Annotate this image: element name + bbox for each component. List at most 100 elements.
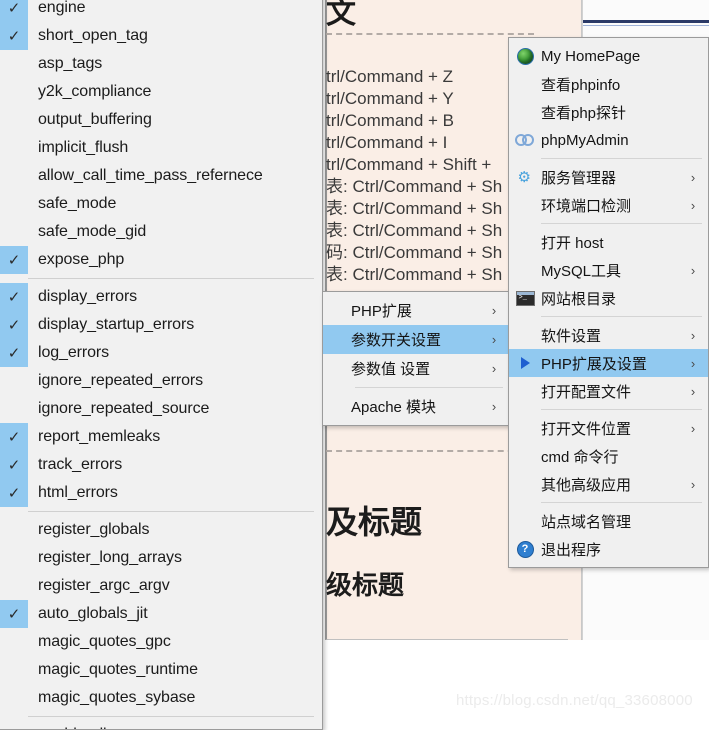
- tray-menu-item-label: phpMyAdmin: [541, 131, 629, 149]
- check-icon: ✓: [0, 22, 28, 50]
- tray-main-menu[interactable]: My HomePage 查看phpinfo 查看php探针 phpMyAdmin ⚙ 服务…: [508, 37, 709, 568]
- checkbox-menu-item[interactable]: ✓ expose_php: [0, 246, 322, 274]
- checkbox-menu-item-label: magic_quotes_runtime: [38, 661, 198, 678]
- checkbox-menu-item[interactable]: register_globals: [0, 516, 322, 544]
- checkbox-menu-item[interactable]: safe_mode: [0, 190, 322, 218]
- checkbox-menu-item[interactable]: asp_tags: [0, 50, 322, 78]
- checkbox-menu-item[interactable]: register_argc_argv: [0, 572, 322, 600]
- submenu-chevron-icon: ›: [491, 332, 497, 347]
- check-icon: ✓: [0, 246, 28, 274]
- check-placeholder: [0, 516, 28, 544]
- preview-heading-2: 级标题: [326, 570, 405, 600]
- checkbox-menu-item[interactable]: ✓ report_memleaks: [0, 423, 322, 451]
- menu-item-icon-slot: [509, 414, 541, 442]
- check-placeholder: [0, 162, 28, 190]
- checkbox-menu-item[interactable]: enable_dl: [0, 721, 322, 729]
- php-extension-submenu-item[interactable]: 参数开关设置 ›: [323, 325, 509, 354]
- check-placeholder: [0, 656, 28, 684]
- check-placeholder: [0, 628, 28, 656]
- submenu-chevron-icon: ›: [690, 420, 696, 436]
- checkbox-menu-item[interactable]: implicit_flush: [0, 134, 322, 162]
- preview-divider-top: [326, 33, 534, 35]
- php-extension-submenu-item[interactable]: Apache 模块 ›: [323, 392, 509, 421]
- tray-menu-item[interactable]: 网站根目录: [509, 284, 708, 312]
- tray-menu-item[interactable]: 查看phpinfo: [509, 70, 708, 98]
- check-placeholder: [0, 218, 28, 246]
- check-placeholder: [0, 721, 28, 729]
- phpmyadmin-icon: [509, 126, 541, 154]
- php-parameter-switch-menu[interactable]: ✓ engine ✓ short_open_tag asp_tags y2k_compli…: [0, 0, 323, 730]
- tray-menu-item[interactable]: 打开 host: [509, 228, 708, 256]
- check-placeholder: [0, 544, 28, 572]
- checkbox-menu-item[interactable]: ignore_repeated_errors: [0, 367, 322, 395]
- checkbox-menu-item[interactable]: output_buffering: [0, 106, 322, 134]
- checkbox-menu-item[interactable]: y2k_compliance: [0, 78, 322, 106]
- tray-menu-item-label: 站点域名管理: [541, 513, 632, 531]
- menu-item-icon-slot: [323, 393, 351, 421]
- menu-item-icon-slot: [509, 98, 541, 126]
- tray-menu-item[interactable]: 查看php探针: [509, 98, 708, 126]
- tray-menu-item[interactable]: ⚙ 服务管理器 ›: [509, 163, 708, 191]
- tray-menu-item[interactable]: 打开文件位置 ›: [509, 414, 708, 442]
- shortcut-hint-line: trl/Command + Shift +: [326, 155, 492, 174]
- submenu-chevron-icon: ›: [491, 361, 497, 376]
- shortcut-hint-line: 码: Ctrl/Command + Sh: [326, 243, 503, 262]
- php-extension-submenu-item[interactable]: 参数值 设置 ›: [323, 354, 509, 383]
- tray-menu-item[interactable]: MySQL工具 ›: [509, 256, 708, 284]
- check-icon: ✓: [0, 423, 28, 451]
- watermark-text: https://blog.csdn.net/qq_33608000: [456, 692, 693, 709]
- checkbox-menu-item[interactable]: ✓ display_startup_errors: [0, 311, 322, 339]
- tray-menu-item[interactable]: ? 退出程序: [509, 535, 708, 563]
- tray-menu-item[interactable]: phpMyAdmin: [509, 126, 708, 154]
- tray-menu-item-label: 打开配置文件: [541, 383, 632, 401]
- checkbox-menu-item[interactable]: ✓ log_errors: [0, 339, 322, 367]
- checkbox-menu-item[interactable]: register_long_arrays: [0, 544, 322, 572]
- checkbox-menu-item[interactable]: ✓ auto_globals_jit: [0, 600, 322, 628]
- submenu-chevron-icon: ›: [690, 476, 696, 492]
- submenu-chevron-icon: ›: [690, 383, 696, 399]
- tray-menu-item-label: 软件设置: [541, 327, 602, 345]
- checkbox-menu-item-label: track_errors: [38, 456, 123, 473]
- checkbox-menu-item[interactable]: ignore_repeated_source: [0, 395, 322, 423]
- check-icon: ✓: [0, 0, 28, 22]
- top-rule: [583, 20, 709, 23]
- php-extension-submenu-item-label: 参数开关设置: [351, 332, 442, 349]
- check-placeholder: [0, 190, 28, 218]
- checkbox-menu-item[interactable]: allow_call_time_pass_refernece: [0, 162, 322, 190]
- checkbox-menu-item-label: report_memleaks: [38, 428, 161, 445]
- tray-menu-item[interactable]: PHP扩展及设置 ›: [509, 349, 708, 377]
- check-placeholder: [0, 50, 28, 78]
- cmd-icon: [509, 284, 541, 312]
- submenu-chevron-icon: ›: [690, 197, 696, 213]
- tray-menu-item-label: 网站根目录: [541, 290, 617, 308]
- submenu-chevron-icon: ›: [690, 169, 696, 185]
- play-icon: [509, 349, 541, 377]
- checkbox-menu-item[interactable]: magic_quotes_sybase: [0, 684, 322, 712]
- checkbox-menu-item[interactable]: ✓ engine: [0, 0, 322, 22]
- checkbox-menu-item-label: magic_quotes_gpc: [38, 633, 171, 650]
- tray-menu-item-label: 打开文件位置: [541, 420, 632, 438]
- php-extension-submenu-item[interactable]: PHP扩展 ›: [323, 296, 509, 325]
- tray-menu-item-label: 服务管理器: [541, 169, 617, 187]
- tray-menu-item[interactable]: 环境端口检测 ›: [509, 191, 708, 219]
- tray-menu-item[interactable]: 打开配置文件 ›: [509, 377, 708, 405]
- php-extension-settings-submenu[interactable]: PHP扩展 › 参数开关设置 › 参数值 设置 › Apache 模块 ›: [322, 291, 510, 426]
- checkbox-menu-item-label: html_errors: [38, 484, 118, 501]
- tray-menu-item[interactable]: cmd 命令行: [509, 442, 708, 470]
- menu-separator: [541, 158, 702, 159]
- tray-menu-item[interactable]: My HomePage: [509, 42, 708, 70]
- checkbox-menu-item[interactable]: ✓ html_errors: [0, 479, 322, 507]
- submenu-chevron-icon: ›: [690, 262, 696, 278]
- tray-menu-item-label: 打开 host: [541, 234, 604, 252]
- tray-menu-item[interactable]: 站点域名管理: [509, 507, 708, 535]
- checkbox-menu-item[interactable]: magic_quotes_gpc: [0, 628, 322, 656]
- checkbox-menu-item[interactable]: magic_quotes_runtime: [0, 656, 322, 684]
- menu-item-icon-slot: [509, 470, 541, 498]
- checkbox-menu-item[interactable]: ✓ display_errors: [0, 283, 322, 311]
- checkbox-menu-item[interactable]: ✓ track_errors: [0, 451, 322, 479]
- tray-menu-item[interactable]: 其他高级应用 ›: [509, 470, 708, 498]
- tray-menu-item[interactable]: 软件设置 ›: [509, 321, 708, 349]
- checkbox-menu-item[interactable]: ✓ short_open_tag: [0, 22, 322, 50]
- checkbox-menu-item[interactable]: safe_mode_gid: [0, 218, 322, 246]
- menu-separator: [541, 223, 702, 224]
